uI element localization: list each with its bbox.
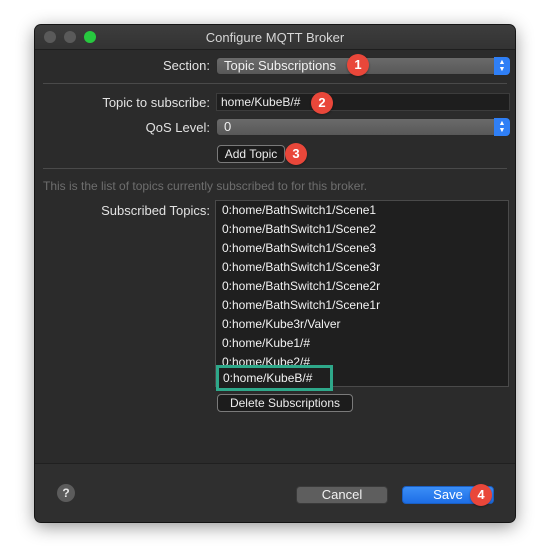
- list-item[interactable]: 0:home/BathSwitch1/Scene2r: [216, 277, 508, 296]
- callout-badge-4: 4: [470, 484, 492, 506]
- subscribed-topics-list[interactable]: 0:home/BathSwitch1/Scene1 0:home/BathSwi…: [215, 200, 509, 387]
- section-popup-value: Topic Subscriptions: [224, 58, 336, 73]
- list-item[interactable]: 0:home/Kube1/#: [216, 334, 508, 353]
- list-item[interactable]: 0:home/BathSwitch1/Scene2: [216, 220, 508, 239]
- qos-popup[interactable]: 0 ▲ ▼: [216, 118, 510, 136]
- qos-popup-value: 0: [224, 119, 232, 134]
- list-item[interactable]: 0:home/BathSwitch1/Scene3: [216, 239, 508, 258]
- topic-label: Topic to subscribe:: [102, 95, 210, 110]
- add-topic-button[interactable]: Add Topic: [217, 145, 285, 163]
- cancel-button[interactable]: Cancel: [296, 486, 388, 504]
- callout-badge-2: 2: [311, 92, 333, 114]
- list-item[interactable]: 0:home/BathSwitch1/Scene1r: [216, 296, 508, 315]
- info-text: This is the list of topics currently sub…: [43, 179, 368, 193]
- topic-input[interactable]: home/KubeB/#: [216, 93, 510, 111]
- section-label: Section:: [163, 58, 210, 73]
- subscribed-topics-label: Subscribed Topics:: [101, 203, 210, 218]
- divider: [43, 83, 507, 84]
- divider: [43, 168, 507, 169]
- chevron-up-down-icon: ▲ ▼: [494, 118, 510, 136]
- list-item[interactable]: 0:home/Kube3r/Valver: [216, 315, 508, 334]
- dialog-window: Configure MQTT Broker Section: Topic Sub…: [35, 25, 515, 522]
- window-title: Configure MQTT Broker: [205, 30, 345, 45]
- delete-subscriptions-button[interactable]: Delete Subscriptions: [217, 394, 353, 412]
- chevron-up-down-icon: ▲ ▼: [494, 57, 510, 75]
- footer-bar: ? Cancel Save 4: [35, 463, 515, 522]
- title-bar: Configure MQTT Broker: [35, 25, 515, 50]
- callout-badge-1: 1: [347, 54, 369, 76]
- list-item[interactable]: 0:home/BathSwitch1/Scene1: [216, 201, 508, 220]
- highlighted-list-item[interactable]: 0:home/KubeB/#: [216, 365, 333, 391]
- callout-badge-3: 3: [285, 143, 307, 165]
- qos-label: QoS Level:: [145, 120, 210, 135]
- list-item[interactable]: 0:home/BathSwitch1/Scene3r: [216, 258, 508, 277]
- help-button[interactable]: ?: [57, 484, 75, 502]
